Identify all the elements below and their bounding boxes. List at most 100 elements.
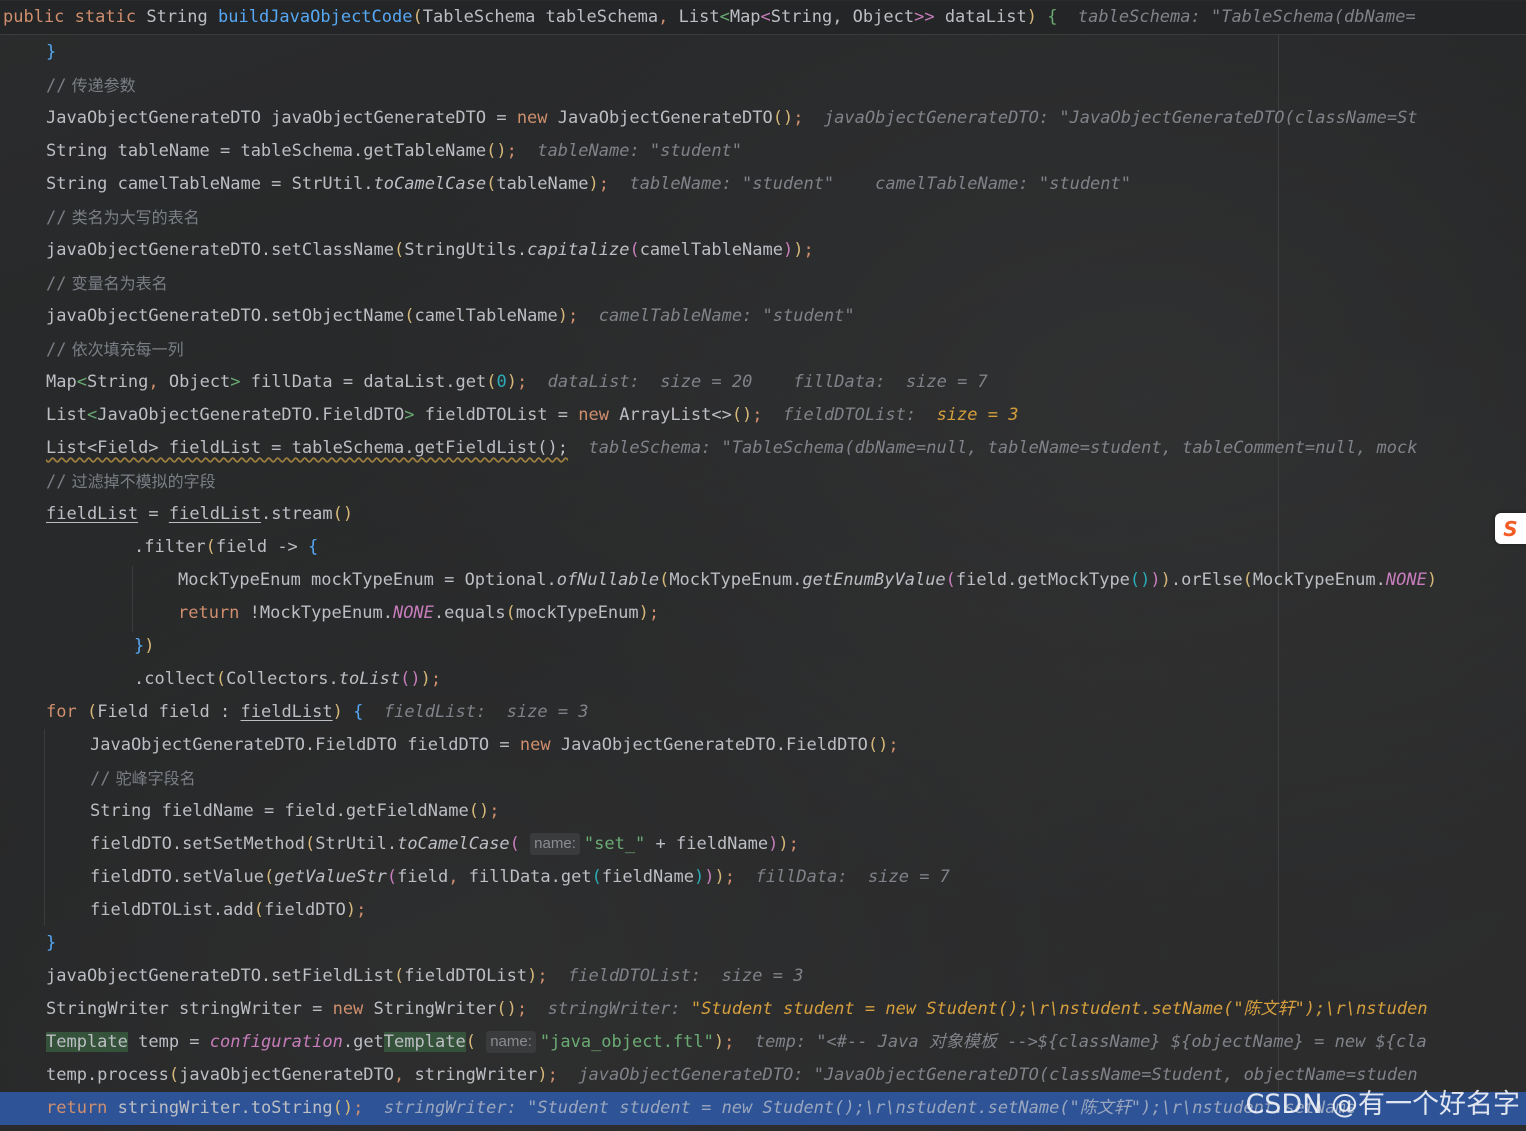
- paren: ): [778, 834, 789, 854]
- code-line[interactable]: javaObjectGenerateDTO.setFieldList(field…: [46, 960, 803, 993]
- code-line[interactable]: }: [46, 36, 56, 69]
- code-line[interactable]: temp.process(javaObjectGenerateDTO, stri…: [46, 1059, 1418, 1092]
- code-line[interactable]: List<Field> fieldList = tableSchema.getF…: [46, 432, 1418, 465]
- inline-debug-hint: tableSchema: "TableSchema(dbName=null, t…: [588, 438, 1418, 458]
- code: field: [397, 867, 449, 887]
- paren: ): [588, 174, 599, 194]
- code-line[interactable]: .filter(field -> {: [134, 531, 318, 564]
- paren: ): [793, 240, 804, 260]
- keyword: public: [3, 7, 65, 27]
- inline-debug-hint: tableName: "student": [537, 141, 743, 161]
- paren: (: [404, 306, 415, 326]
- highlighted-usage: Template: [46, 1032, 128, 1052]
- paren: (): [332, 1098, 354, 1118]
- keyword: new: [578, 405, 609, 425]
- generic-bracket: >: [404, 405, 415, 425]
- code: JavaObjectGenerateDTO: [547, 108, 773, 128]
- csdn-float-badge[interactable]: S: [1495, 513, 1526, 544]
- paren: (: [386, 867, 398, 887]
- code-line[interactable]: fieldDTO.setSetMethod(StrUtil.toCamelCas…: [90, 828, 799, 861]
- paren: ): [1150, 570, 1161, 590]
- paren: ): [1026, 7, 1037, 27]
- parameter-name-hint: name:: [530, 833, 580, 855]
- paren: (: [659, 570, 670, 590]
- inline-debug-hint: fieldDTOList: size = 3: [568, 966, 804, 986]
- method-signature-line[interactable]: public static String buildJavaObjectCode…: [0, 1, 1526, 35]
- comment-slashes: //: [46, 274, 67, 294]
- paren: ): [557, 306, 569, 326]
- string-literal: "java_object.ftl": [539, 1032, 714, 1052]
- indent-guide: [132, 566, 133, 632]
- code: MockTypeEnum.: [669, 570, 803, 590]
- code-line[interactable]: JavaObjectGenerateDTO.FieldDTO fieldDTO …: [90, 729, 899, 762]
- code-line[interactable]: fieldDTOList.add(fieldDTO);: [90, 894, 366, 927]
- comment-line[interactable]: // 变量名为表名: [46, 267, 168, 300]
- brace: {: [1036, 7, 1058, 27]
- code: stringWriter.toString: [107, 1098, 333, 1118]
- semicolon: ;: [724, 1032, 735, 1052]
- paren: ): [537, 1065, 548, 1085]
- code: temp =: [127, 1032, 210, 1052]
- code: field.getMockType: [955, 570, 1130, 590]
- code: mockTypeEnum: [515, 603, 639, 623]
- comment-text: 类名为大写的表名: [66, 208, 200, 227]
- code-line[interactable]: JavaObjectGenerateDTO javaObjectGenerate…: [46, 102, 1418, 135]
- comment-slashes: //: [46, 208, 67, 228]
- code: !MockTypeEnum.: [239, 603, 393, 623]
- code: fieldDTO.setSetMethod: [90, 834, 305, 854]
- code: camelTableName: [639, 240, 783, 260]
- code-line[interactable]: javaObjectGenerateDTO.setClassName(Strin…: [46, 234, 814, 267]
- code: Field field :: [97, 702, 241, 722]
- code: StringWriter: [363, 999, 497, 1019]
- code-line[interactable]: for (Field field : fieldList) { fieldLis…: [46, 696, 589, 729]
- code: String tableName = tableSchema.getTableN…: [46, 141, 487, 161]
- code-line[interactable]: StringWriter stringWriter = new StringWr…: [46, 993, 1428, 1026]
- code-line[interactable]: String fieldName = field.getFieldName();: [90, 795, 499, 828]
- code-line[interactable]: fieldDTO.setValue(getValueStr(field, fil…: [90, 861, 950, 894]
- generic-bracket: >>: [914, 7, 935, 27]
- paren: (: [215, 669, 227, 689]
- reassigned-variable: fieldList: [46, 504, 139, 524]
- code-line[interactable]: String tableName = tableSchema.getTableN…: [46, 135, 742, 168]
- code-line[interactable]: MockTypeEnum mockTypeEnum = Optional.ofN…: [178, 564, 1437, 597]
- code-line[interactable]: List<JavaObjectGenerateDTO.FieldDTO> fie…: [46, 399, 1018, 432]
- reassigned-variable: fieldList: [240, 702, 333, 722]
- code-line[interactable]: return !MockTypeEnum.NONE.equals(mockTyp…: [178, 597, 659, 630]
- parameter-name-hint: name:: [486, 1031, 536, 1053]
- code-line[interactable]: }: [46, 927, 56, 960]
- method-name: buildJavaObjectCode: [218, 7, 413, 27]
- comment-line[interactable]: // 类名为大写的表名: [46, 201, 200, 234]
- semicolon: ;: [516, 372, 528, 392]
- generic-bracket: <: [86, 405, 98, 425]
- type: String: [86, 372, 149, 392]
- number-literal: 0: [496, 372, 507, 392]
- code-line[interactable]: }): [134, 630, 155, 663]
- paren: ): [506, 372, 517, 392]
- code: fillData.get: [468, 867, 592, 887]
- comment-line[interactable]: // 依次填充每一列: [46, 333, 184, 366]
- keyword: return: [178, 603, 240, 623]
- comment-line[interactable]: // 传递参数: [46, 69, 136, 102]
- code: JavaObjectGenerateDTO javaObjectGenerate…: [46, 108, 517, 128]
- code-line[interactable]: javaObjectGenerateDTO.setObjectName(came…: [46, 300, 855, 333]
- code: JavaObjectGenerateDTO.FieldDTO fieldDTO …: [90, 735, 520, 755]
- code-line[interactable]: Map<String, Object> fillData = dataList.…: [46, 366, 988, 399]
- code-line[interactable]: .collect(Collectors.toList());: [134, 663, 441, 696]
- inline-debug-hint: stringWriter: "Student student = new Stu…: [383, 1098, 1356, 1118]
- code-line[interactable]: fieldList = fieldList.stream(): [46, 498, 353, 531]
- code-line[interactable]: Template temp = configuration.getTemplat…: [46, 1026, 1427, 1059]
- inline-debug-hint: camelTableName: "student": [598, 306, 855, 326]
- paren: (): [772, 108, 794, 128]
- code: .get: [342, 1032, 384, 1052]
- comment-line[interactable]: // 过滤掉不模拟的字段: [46, 465, 216, 498]
- keyword: for: [46, 702, 77, 722]
- brace: }: [46, 933, 57, 953]
- paren: (: [264, 867, 275, 887]
- csdn-logo-icon: S: [1503, 516, 1518, 541]
- paren: (: [465, 1032, 476, 1052]
- code-line[interactable]: String camelTableName = StrUtil.toCamelC…: [46, 168, 1131, 201]
- code-editor[interactable]: public static String buildJavaObjectCode…: [0, 0, 1526, 1131]
- brace: {: [353, 702, 364, 722]
- comment-line[interactable]: // 驼峰字段名: [90, 762, 196, 795]
- code: StrUtil.: [315, 834, 398, 854]
